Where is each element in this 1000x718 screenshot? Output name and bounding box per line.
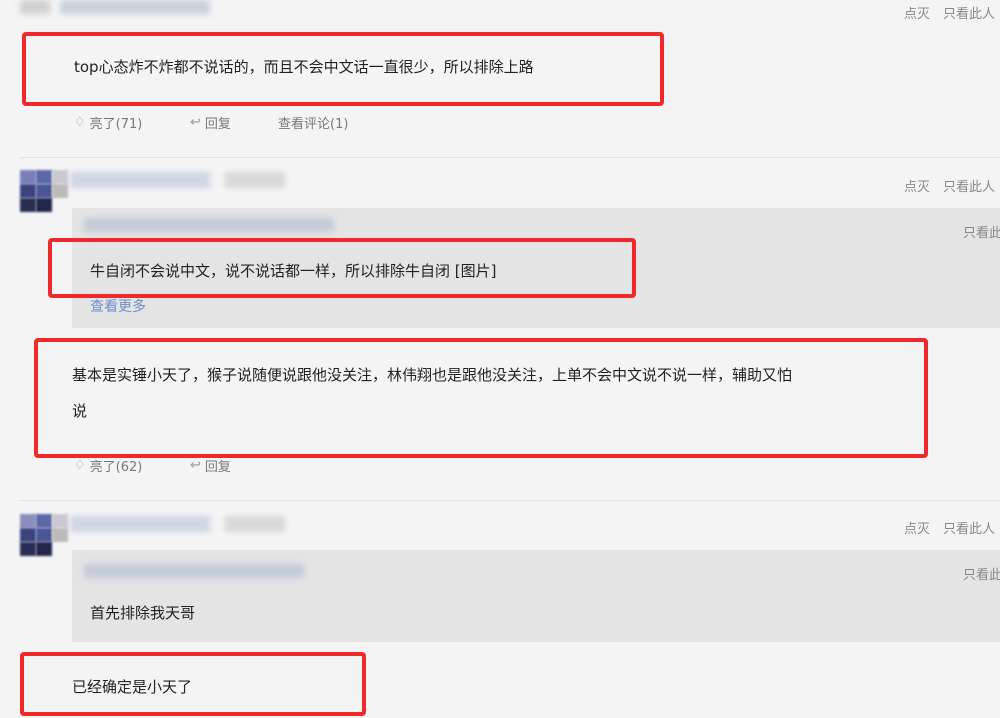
highlight-box [48,238,636,298]
view-comments-link[interactable]: 查看评论(1) [278,113,348,132]
username-blurred-extra [225,172,285,188]
quoted-username-blurred [84,564,304,578]
username-blurred-extra [225,516,285,532]
lightbulb-icon: ♢ [74,115,86,130]
like-count: 亮了(71) [89,117,143,132]
only-view-author-link[interactable]: 只看此人 [943,176,995,195]
only-view-author-link[interactable]: 只看此人 [943,518,995,537]
quote-only-view-link[interactable]: 只看此 [963,222,1000,241]
reply-label: 回复 [204,117,231,132]
vote-down-link[interactable]: 点灭 [904,3,930,22]
like-button[interactable]: ♢ 亮了(71) [74,113,142,132]
comment-divider [20,500,1000,501]
quote-only-view-link[interactable]: 只看此 [963,564,1000,583]
lightbulb-icon: ♢ [74,458,86,473]
reply-button[interactable]: ↩ 回复 [190,113,231,132]
reply-arrow-icon: ↩ [190,458,201,473]
quote-text: 首先排除我天哥 [90,604,196,622]
reply-label: 回复 [204,460,231,475]
quoted-username-blurred [84,218,334,232]
username-blurred [70,516,210,532]
view-more-link[interactable]: 查看更多 [90,296,146,316]
vote-down-link[interactable]: 点灭 [904,518,930,537]
username-blurred-extra [20,0,50,14]
username-blurred [60,0,210,14]
comment-divider [20,157,1000,158]
vote-down-link[interactable]: 点灭 [904,176,930,195]
highlight-box [22,32,664,106]
only-view-author-link[interactable]: 只看此人 [943,3,995,22]
highlight-box [20,652,366,716]
highlight-box [34,338,928,458]
reply-arrow-icon: ↩ [190,115,201,130]
view-comments-label: 查看评论(1) [278,117,349,132]
like-button[interactable]: ♢ 亮了(62) [74,456,142,475]
like-count: 亮了(62) [89,460,143,475]
username-blurred [70,172,210,188]
reply-button[interactable]: ↩ 回复 [190,456,231,475]
